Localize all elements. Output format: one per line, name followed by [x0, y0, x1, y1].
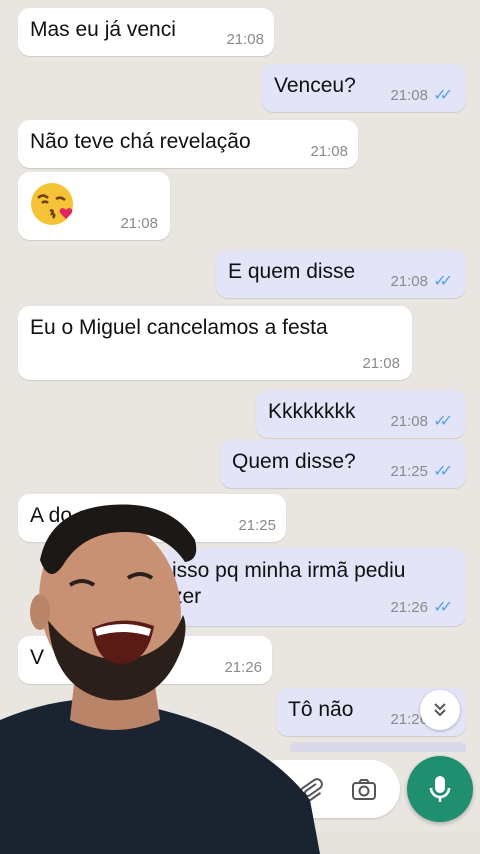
message-text: E quem disse — [228, 260, 356, 283]
message-time: 21:08 — [226, 31, 264, 48]
read-ticks-icon: ✓✓ — [433, 463, 453, 480]
message-incoming[interactable]: Mas eu já venci 21:08 — [18, 8, 274, 56]
read-ticks-icon: ✓✓ — [433, 273, 453, 290]
message-incoming[interactable]: Eu o Miguel cancelamos a festa 21:08 — [18, 306, 412, 380]
message-outgoing[interactable]: E quem disse 21:08 ✓✓ — [216, 250, 466, 298]
message-outgoing[interactable]: Quem disse? 21:25 ✓✓ — [220, 440, 466, 488]
microphone-button[interactable] — [407, 756, 473, 822]
message-time: 21:08 — [390, 413, 428, 430]
reaction-person-overlay — [0, 504, 320, 854]
message-time: 21:08 — [120, 215, 158, 232]
message-incoming[interactable]: 21:08 — [18, 172, 170, 240]
message-outgoing[interactable]: Venceu? 21:08 ✓✓ — [262, 64, 466, 112]
message-text: Eu o Miguel cancelamos a festa — [30, 316, 328, 339]
message-time: 21:08 — [390, 87, 428, 104]
scroll-to-bottom-button[interactable] — [420, 690, 460, 730]
message-text: Mas eu já venci — [30, 18, 176, 41]
message-time: 21:08 — [310, 143, 348, 160]
message-incoming[interactable]: Não teve chá revelação 21:08 — [18, 120, 358, 168]
message-time: 21:08 — [390, 273, 428, 290]
message-time: 21:08 — [362, 355, 400, 372]
read-ticks-icon: ✓✓ — [433, 413, 453, 430]
kissing-face-emoji-icon — [31, 183, 73, 225]
message-text: Quem disse? — [232, 450, 356, 473]
message-time: 21:25 — [390, 463, 428, 480]
camera-icon[interactable] — [350, 775, 378, 803]
chevron-double-down-icon — [434, 703, 446, 717]
message-text: Não teve chá revelação — [30, 130, 251, 153]
read-ticks-icon: ✓✓ — [433, 87, 453, 104]
read-ticks-icon: ✓✓ — [433, 599, 453, 616]
message-text: Kkkkkkkk — [268, 400, 356, 423]
message-time: 21:26 — [390, 599, 428, 616]
microphone-icon — [429, 776, 451, 802]
message-outgoing[interactable]: Kkkkkkkk 21:08 ✓✓ — [256, 390, 466, 438]
message-text: Venceu? — [274, 74, 356, 97]
